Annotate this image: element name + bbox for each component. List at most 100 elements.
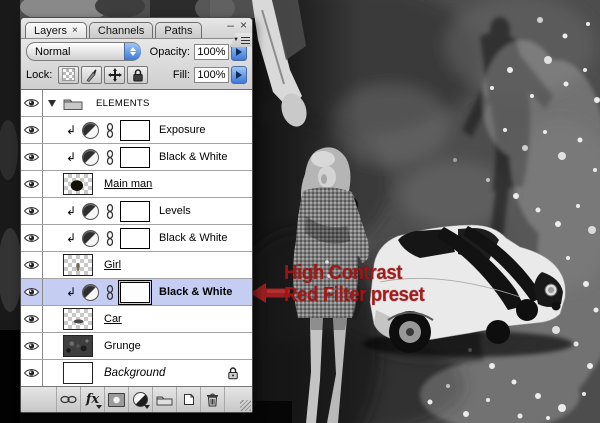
visibility-toggle[interactable] — [21, 90, 43, 116]
visibility-toggle[interactable] — [21, 333, 43, 359]
delete-layer-button[interactable] — [201, 387, 225, 412]
eye-icon — [24, 342, 39, 350]
tab-layers-label: Layers — [34, 24, 68, 37]
eye-icon — [24, 207, 39, 215]
visibility-toggle[interactable] — [21, 252, 43, 278]
eye-icon — [24, 369, 39, 377]
layer-row-exposure[interactable]: ↲ Exposure — [21, 117, 252, 144]
layer-row-elements[interactable]: ELEMENTS — [21, 90, 252, 117]
tab-close-icon[interactable]: × — [72, 25, 78, 36]
link-chain-icon — [106, 230, 114, 246]
visibility-toggle[interactable] — [21, 279, 43, 305]
transparency-checker-icon — [62, 68, 76, 81]
layer-name: Levels — [159, 205, 191, 217]
lock-image-button[interactable] — [81, 65, 103, 84]
eye-icon — [24, 261, 39, 269]
dropdown-arrow-icon — [96, 405, 102, 409]
link-chain-icon — [106, 149, 114, 165]
thumbnail-art — [64, 255, 92, 275]
panel-menu-arrow-icon: ▼ — [233, 37, 239, 43]
lock-all-button[interactable] — [127, 65, 149, 84]
opacity-label: Opacity: — [149, 45, 190, 58]
layer-row-main-man[interactable]: Main man — [21, 171, 252, 198]
fill-label: Fill: — [172, 68, 190, 81]
layer-row-background[interactable]: Background — [21, 360, 252, 386]
visibility-toggle[interactable] — [21, 117, 43, 143]
thumbnail-art — [64, 174, 92, 194]
layer-mask-thumbnail[interactable] — [120, 119, 150, 141]
layer-mask-thumbnail[interactable] — [118, 279, 152, 305]
trash-icon — [207, 393, 218, 407]
disclosure-triangle-icon[interactable] — [48, 99, 56, 107]
fill-slider-button[interactable] — [231, 65, 247, 84]
layer-thumbnail[interactable] — [63, 308, 93, 330]
blend-mode-stepper-icon[interactable] — [123, 43, 141, 60]
layer-mask-thumbnail[interactable] — [120, 200, 150, 222]
new-group-button[interactable] — [153, 387, 177, 412]
layer-thumbnail[interactable] — [63, 173, 93, 195]
link-layers-button[interactable] — [56, 387, 81, 412]
clipping-mask-arrow-icon: ↲ — [66, 123, 77, 137]
new-layer-button[interactable] — [177, 387, 201, 412]
layer-style-button[interactable]: fx — [81, 387, 105, 412]
layer-name: Black & White — [159, 151, 228, 163]
add-layer-mask-button[interactable] — [105, 387, 129, 412]
link-icon — [60, 395, 77, 404]
lock-position-button[interactable] — [104, 65, 126, 84]
eye-icon — [24, 153, 39, 161]
eye-icon — [24, 99, 39, 107]
layers-panel: – × Layers × Channels Paths ▼ Normal Opa… — [20, 17, 253, 413]
fill-input[interactable]: 100% — [194, 66, 229, 83]
layer-thumbnail[interactable] — [63, 335, 93, 357]
panel-header: – × Layers × Channels Paths — [21, 18, 252, 38]
layer-row-levels[interactable]: ↲ Levels — [21, 198, 252, 225]
layer-name: ELEMENTS — [96, 97, 150, 109]
visibility-toggle[interactable] — [21, 171, 43, 197]
adjustment-layer-icon[interactable] — [82, 229, 99, 247]
panel-controls: Normal Opacity: 100% Lock: Fill: 100% — [21, 38, 252, 89]
layer-row-black-white-2[interactable]: ↲ Black & White — [21, 225, 252, 252]
tab-layers[interactable]: Layers × — [25, 22, 87, 38]
layer-name: Main man — [104, 178, 153, 190]
eye-icon — [24, 180, 39, 188]
layer-row-black-white-selected[interactable]: ↲ Black & White — [21, 279, 252, 306]
thumbnail-art — [64, 336, 92, 356]
layer-name: Grunge — [104, 340, 141, 352]
adjustment-layer-icon[interactable] — [82, 121, 99, 139]
lock-transparency-button[interactable] — [58, 65, 80, 84]
adjustment-layer-icon[interactable] — [82, 202, 99, 220]
link-chain-icon — [106, 284, 114, 300]
adjustment-layer-icon[interactable] — [82, 283, 99, 301]
opacity-input[interactable]: 100% — [194, 43, 229, 60]
layer-mask-thumbnail[interactable] — [120, 146, 150, 168]
layer-row-grunge[interactable]: Grunge — [21, 333, 252, 360]
visibility-toggle[interactable] — [21, 198, 43, 224]
visibility-toggle[interactable] — [21, 306, 43, 332]
layer-row-car[interactable]: Car — [21, 306, 252, 333]
layer-row-black-white-1[interactable]: ↲ Black & White — [21, 144, 252, 171]
clipping-mask-arrow-icon: ↲ — [66, 204, 77, 218]
visibility-toggle[interactable] — [21, 360, 43, 386]
lock-label: Lock: — [26, 68, 53, 81]
resize-grip[interactable] — [240, 400, 251, 411]
tab-channels[interactable]: Channels — [88, 22, 154, 38]
eye-icon — [24, 234, 39, 242]
tab-paths[interactable]: Paths — [155, 22, 202, 38]
tab-paths-label: Paths — [164, 24, 193, 37]
folder-icon — [63, 99, 83, 110]
new-adjustment-layer-button[interactable] — [129, 387, 153, 412]
eye-icon — [24, 315, 39, 323]
adjustment-layer-icon[interactable] — [82, 148, 99, 166]
close-button[interactable]: × — [240, 18, 247, 32]
blend-mode-select[interactable]: Normal — [26, 42, 141, 61]
layer-thumbnail[interactable] — [63, 362, 93, 384]
layer-thumbnail[interactable] — [63, 254, 93, 276]
window-controls: – × — [227, 18, 247, 32]
visibility-toggle[interactable] — [21, 225, 43, 251]
layer-row-girl[interactable]: Girl — [21, 252, 252, 279]
photoshop-workspace: High Contrast Red Filter preset – × Laye… — [0, 0, 600, 423]
layer-mask-thumbnail[interactable] — [120, 227, 150, 249]
visibility-toggle[interactable] — [21, 144, 43, 170]
layer-name: Black & White — [159, 286, 233, 298]
minimize-button[interactable]: – — [227, 18, 234, 32]
